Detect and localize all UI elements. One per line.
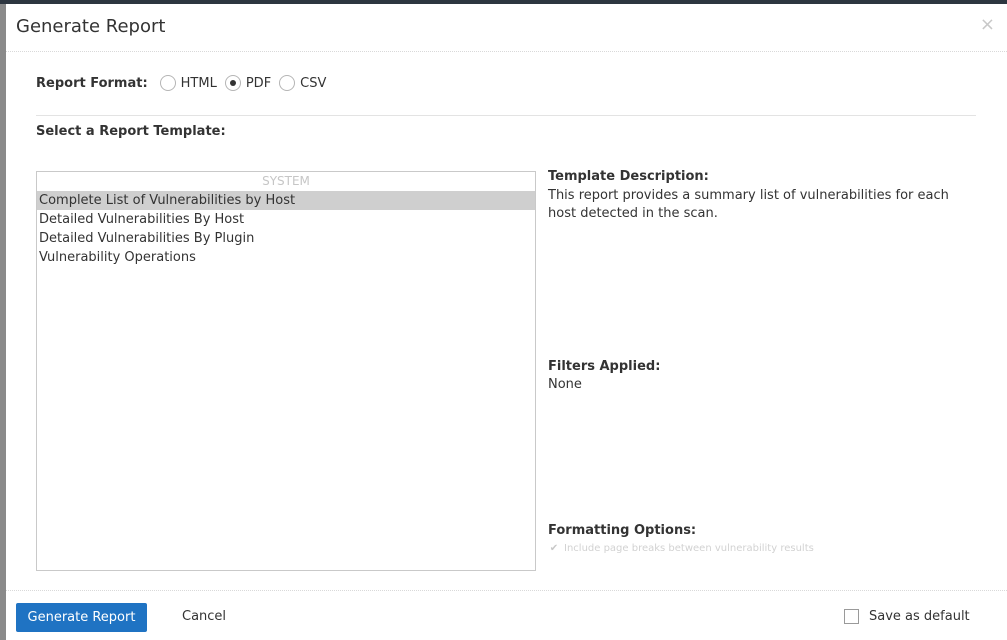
template-select-label: Select a Report Template: xyxy=(36,124,226,139)
format-option-csv[interactable]: CSV xyxy=(279,75,326,91)
format-option-label: HTML xyxy=(180,75,217,91)
filters-applied-value: None xyxy=(548,377,582,392)
report-format-row: Report Format: HTML PDF CSV xyxy=(36,72,334,94)
template-item-complete-list[interactable]: Complete List of Vulnerabilities by Host xyxy=(37,191,535,210)
cancel-button[interactable]: Cancel xyxy=(182,609,226,624)
dialog-header: Generate Report × xyxy=(6,4,1007,52)
save-as-default[interactable]: Save as default xyxy=(844,609,970,624)
filters-applied-title: Filters Applied: xyxy=(548,359,661,374)
section-divider xyxy=(36,115,976,116)
radio-pdf[interactable] xyxy=(224,75,241,91)
save-default-label: Save as default xyxy=(869,609,970,624)
format-option-label: PDF xyxy=(245,75,272,91)
template-listbox[interactable]: SYSTEM Complete List of Vulnerabilities … xyxy=(36,171,536,571)
radio-html[interactable] xyxy=(159,75,176,91)
report-format-label: Report Format: xyxy=(36,75,148,91)
radio-csv[interactable] xyxy=(279,75,296,91)
template-item-detailed-by-plugin[interactable]: Detailed Vulnerabilities By Plugin xyxy=(37,229,535,248)
generate-report-button[interactable]: Generate Report xyxy=(16,603,147,632)
save-default-checkbox[interactable] xyxy=(844,609,859,624)
dialog-footer: Generate Report Cancel Save as default xyxy=(6,590,1007,640)
template-description-text: This report provides a summary list of v… xyxy=(548,188,949,221)
format-option-html[interactable]: HTML xyxy=(159,75,217,91)
page-breaks-label: Include page breaks between vulnerabilit… xyxy=(564,542,814,554)
format-option-pdf[interactable]: PDF xyxy=(224,75,272,91)
template-item-vulnerability-operations[interactable]: Vulnerability Operations xyxy=(37,248,535,267)
checkmark-icon: ✔ xyxy=(549,542,559,554)
list-group-header: SYSTEM xyxy=(262,174,310,188)
page-breaks-option: ✔ Include page breaks between vulnerabil… xyxy=(548,542,814,554)
template-description-title: Template Description: xyxy=(548,169,709,184)
dialog-title: Generate Report xyxy=(16,16,166,37)
format-option-label: CSV xyxy=(300,75,327,91)
template-item-detailed-by-host[interactable]: Detailed Vulnerabilities By Host xyxy=(37,210,535,229)
formatting-options-title: Formatting Options: xyxy=(548,523,697,538)
close-icon[interactable]: × xyxy=(980,16,995,34)
generate-report-dialog: Generate Report × Report Format: HTML PD… xyxy=(6,4,1007,640)
